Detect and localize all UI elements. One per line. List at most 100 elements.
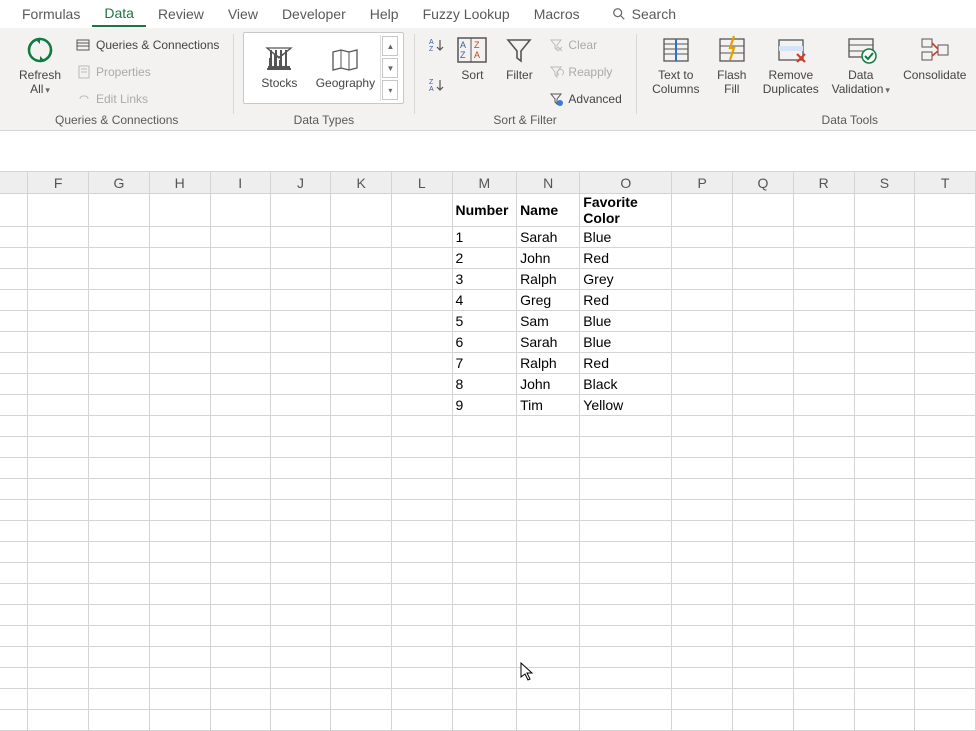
cell[interactable] [915,626,976,647]
cell[interactable] [793,668,854,689]
cell[interactable] [89,269,150,290]
cell[interactable] [517,500,580,521]
cell[interactable] [331,437,392,458]
cell[interactable] [149,710,210,731]
cell[interactable] [672,227,733,248]
cell[interactable] [331,353,392,374]
cell[interactable] [672,248,733,269]
cell[interactable] [672,689,733,710]
cell[interactable] [854,626,915,647]
cell[interactable] [331,311,392,332]
colhdr-F[interactable]: F [28,172,89,194]
cell[interactable] [391,290,452,311]
cell[interactable]: Blue [580,311,672,332]
sort-button[interactable]: AZ ZA Sort [450,32,494,84]
cell[interactable] [391,647,452,668]
cell[interactable] [210,563,270,584]
cell[interactable] [793,437,854,458]
cell[interactable] [270,437,330,458]
cell[interactable] [89,353,150,374]
cell[interactable] [915,395,976,416]
cell[interactable] [452,437,517,458]
cell[interactable] [915,332,976,353]
cell[interactable]: Greg [517,290,580,311]
cell[interactable] [915,269,976,290]
cell[interactable] [0,332,28,353]
clear-filter-button[interactable]: Clear [544,32,625,58]
tab-fuzzy-lookup[interactable]: Fuzzy Lookup [411,2,522,26]
cell[interactable] [733,605,794,626]
cell[interactable] [28,353,89,374]
cell[interactable] [391,479,452,500]
cell[interactable] [210,332,270,353]
cell[interactable] [580,416,672,437]
cell[interactable] [854,542,915,563]
cell[interactable]: Red [580,290,672,311]
cell[interactable] [793,479,854,500]
cell[interactable] [0,395,28,416]
cell[interactable] [28,311,89,332]
cell[interactable] [672,290,733,311]
cell[interactable] [331,416,392,437]
cell[interactable] [0,374,28,395]
cell[interactable] [28,437,89,458]
cell[interactable]: Sarah [517,332,580,353]
cell[interactable] [793,710,854,731]
cell[interactable] [391,521,452,542]
cell[interactable] [331,479,392,500]
cell[interactable] [672,311,733,332]
cell[interactable] [0,689,28,710]
cell[interactable] [733,227,794,248]
cell[interactable] [89,479,150,500]
cell[interactable] [452,563,517,584]
cell[interactable] [915,542,976,563]
cell[interactable] [854,416,915,437]
cell[interactable] [89,311,150,332]
text-to-columns-button[interactable]: Text toColumns [646,32,706,98]
cell[interactable] [149,521,210,542]
cell[interactable] [28,416,89,437]
colhdr-O[interactable]: O [580,172,672,194]
cell[interactable] [149,311,210,332]
colhdr-Q[interactable]: Q [733,172,794,194]
cell[interactable] [391,626,452,647]
cell[interactable]: Favorite Color [580,194,672,227]
cell[interactable] [672,353,733,374]
cell[interactable] [391,395,452,416]
cell[interactable] [854,374,915,395]
cell[interactable] [270,353,330,374]
cell[interactable] [915,521,976,542]
cell[interactable] [331,647,392,668]
cell[interactable] [149,269,210,290]
cell[interactable] [89,668,150,689]
cell[interactable] [672,395,733,416]
cell[interactable] [331,668,392,689]
cell[interactable] [0,269,28,290]
cell[interactable] [28,458,89,479]
cell[interactable] [270,311,330,332]
cell[interactable] [672,542,733,563]
cell[interactable] [89,710,150,731]
cell[interactable] [452,689,517,710]
cell[interactable] [580,500,672,521]
cell[interactable] [210,374,270,395]
cell[interactable] [270,689,330,710]
cell[interactable]: Sam [517,311,580,332]
cell[interactable] [580,584,672,605]
sort-asc-button[interactable]: AZ [424,32,448,58]
cell[interactable] [517,458,580,479]
cell[interactable] [733,395,794,416]
gallery-expand[interactable]: ▾ [382,80,398,100]
cell[interactable] [517,647,580,668]
cell[interactable] [28,395,89,416]
cell[interactable] [733,500,794,521]
colhdr-K[interactable]: K [331,172,392,194]
cell[interactable] [733,479,794,500]
cell[interactable] [854,689,915,710]
cell[interactable] [149,374,210,395]
cell[interactable] [391,500,452,521]
cell[interactable] [733,584,794,605]
cell[interactable] [672,605,733,626]
cell[interactable] [452,458,517,479]
cell[interactable] [672,626,733,647]
